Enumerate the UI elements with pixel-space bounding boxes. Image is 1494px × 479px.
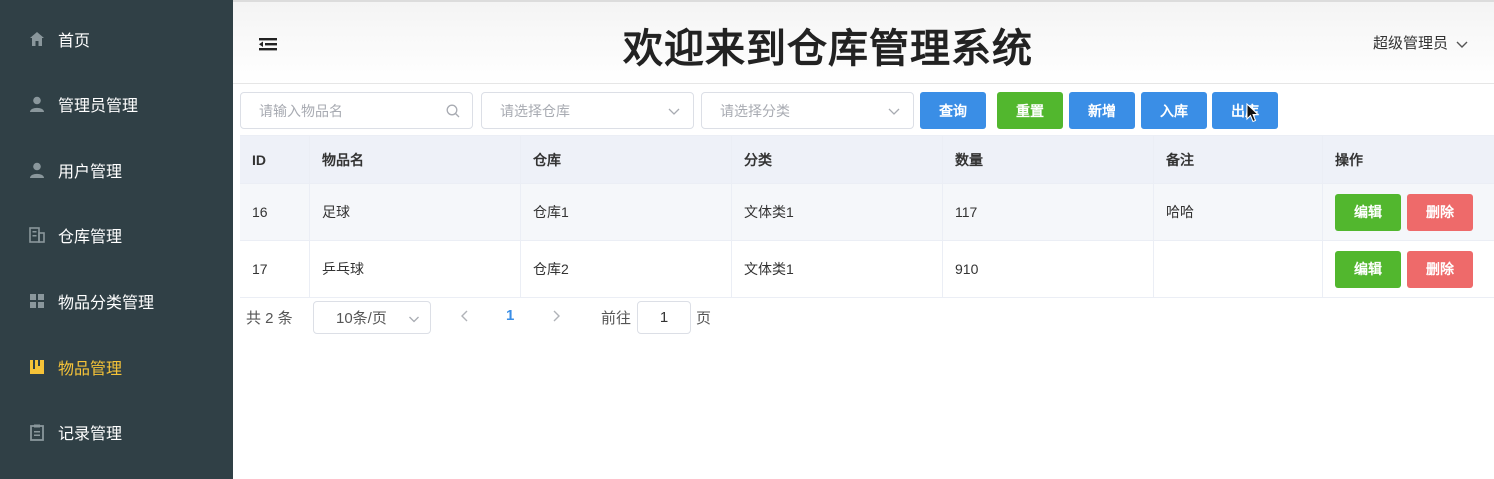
cell-category: 文体类1 [732, 184, 943, 240]
sidebar-item-admins[interactable]: 管理员管理 [0, 72, 233, 136]
cell-remark: 哈哈 [1154, 184, 1323, 240]
user-icon [28, 95, 46, 113]
page-size-select[interactable]: 10条/页 [313, 301, 431, 334]
chevron-down-icon [1456, 37, 1468, 49]
page-title: 欢迎来到仓库管理系统 [623, 26, 1033, 72]
cell-warehouse: 仓库1 [521, 184, 732, 240]
sidebar-item-categories[interactable]: 物品分类管理 [0, 269, 233, 333]
cell-quantity: 117 [943, 184, 1154, 240]
cell-category: 文体类1 [732, 241, 943, 297]
header: 欢迎来到仓库管理系统 超级管理员 [233, 0, 1494, 84]
goto-page-input[interactable] [637, 301, 691, 334]
box-icon [28, 358, 46, 376]
reset-button[interactable]: 重置 [997, 92, 1063, 129]
pagination: 共 2 条 10条/页 1 前往 页 [246, 301, 846, 334]
next-page-icon[interactable] [549, 309, 563, 323]
column-header: 仓库 [521, 136, 732, 183]
chevron-down-icon [408, 312, 420, 324]
sidebar-item-label: 记录管理 [58, 426, 123, 443]
sidebar-item-users[interactable]: 用户管理 [0, 138, 233, 202]
user-menu[interactable]: 超级管理员 [1373, 32, 1468, 53]
building-icon [28, 226, 46, 244]
column-header: 数量 [943, 136, 1154, 183]
cell-actions: 编辑 删除 [1323, 241, 1494, 297]
category-select[interactable]: 请选择分类 [701, 92, 914, 129]
search-placeholder: 请输入物品名 [259, 102, 343, 119]
sidebar-item-label: 首页 [58, 33, 91, 50]
column-header: 备注 [1154, 136, 1323, 183]
delete-button[interactable]: 删除 [1407, 193, 1473, 231]
total-count: 共 2 条 [246, 310, 293, 327]
edit-button[interactable]: 编辑 [1335, 250, 1401, 288]
mouse-cursor-icon [1246, 103, 1260, 123]
cell-actions: 编辑 删除 [1323, 184, 1494, 240]
sidebar-item-items[interactable]: 物品管理 [0, 335, 233, 399]
cell-name: 足球 [310, 184, 521, 240]
clipboard-icon [28, 423, 46, 441]
stock-in-button[interactable]: 入库 [1141, 92, 1207, 129]
sidebar: 首页 管理员管理 用户管理 仓库管理 物品分类管理 物品管理 记录管理 [0, 0, 233, 479]
sidebar-item-home[interactable]: 首页 [0, 7, 233, 71]
grid-icon [28, 292, 46, 310]
items-table: ID 物品名 仓库 分类 数量 备注 操作 16 足球 仓库1 文体类1 117… [240, 135, 1494, 298]
table-row: 17 乒乓球 仓库2 文体类1 910 编辑 删除 [240, 241, 1494, 298]
cell-quantity: 910 [943, 241, 1154, 297]
page-unit-label: 页 [696, 310, 712, 327]
column-header: 操作 [1335, 151, 1363, 168]
query-button[interactable]: 查询 [920, 92, 986, 129]
cell-remark [1154, 241, 1323, 297]
current-page[interactable]: 1 [506, 307, 514, 324]
prev-page-icon[interactable] [458, 309, 472, 323]
main-content: 欢迎来到仓库管理系统 超级管理员 请输入物品名 请选择仓库 请选择分类 查询 重… [233, 0, 1494, 479]
stock-out-button[interactable]: 出库 [1212, 92, 1278, 129]
user-icon [28, 161, 46, 179]
sidebar-item-label: 物品分类管理 [58, 295, 155, 312]
filter-toolbar: 请输入物品名 请选择仓库 请选择分类 查询 重置 新增 入库 出库 [240, 92, 1490, 129]
cell-name: 乒乓球 [310, 241, 521, 297]
sidebar-item-warehouses[interactable]: 仓库管理 [0, 203, 233, 267]
category-placeholder: 请选择分类 [720, 102, 790, 119]
goto-label: 前往 [601, 310, 632, 327]
item-name-search-input[interactable]: 请输入物品名 [240, 92, 473, 129]
cell-id: 17 [240, 241, 310, 297]
table-header-row: ID 物品名 仓库 分类 数量 备注 操作 [240, 136, 1494, 184]
column-header: 分类 [732, 136, 943, 183]
cell-warehouse: 仓库2 [521, 241, 732, 297]
chevron-down-icon [887, 104, 901, 118]
delete-button[interactable]: 删除 [1407, 250, 1473, 288]
warehouse-placeholder: 请选择仓库 [500, 102, 570, 119]
add-button[interactable]: 新增 [1069, 92, 1135, 129]
sidebar-item-label: 用户管理 [58, 164, 123, 181]
table-row: 16 足球 仓库1 文体类1 117 哈哈 编辑 删除 [240, 184, 1494, 241]
warehouse-select[interactable]: 请选择仓库 [481, 92, 694, 129]
column-header: ID [240, 136, 310, 183]
home-icon [28, 30, 46, 48]
page-size-value: 10条/页 [336, 310, 387, 327]
user-name: 超级管理员 [1372, 35, 1448, 52]
sidebar-item-label: 物品管理 [58, 361, 123, 378]
cell-id: 16 [240, 184, 310, 240]
sidebar-item-label: 仓库管理 [58, 229, 123, 246]
sidebar-item-records[interactable]: 记录管理 [0, 400, 233, 464]
sidebar-item-label: 管理员管理 [58, 98, 139, 115]
search-icon [446, 104, 460, 118]
column-header: 物品名 [310, 136, 521, 183]
edit-button[interactable]: 编辑 [1335, 193, 1401, 231]
chevron-down-icon [667, 104, 681, 118]
